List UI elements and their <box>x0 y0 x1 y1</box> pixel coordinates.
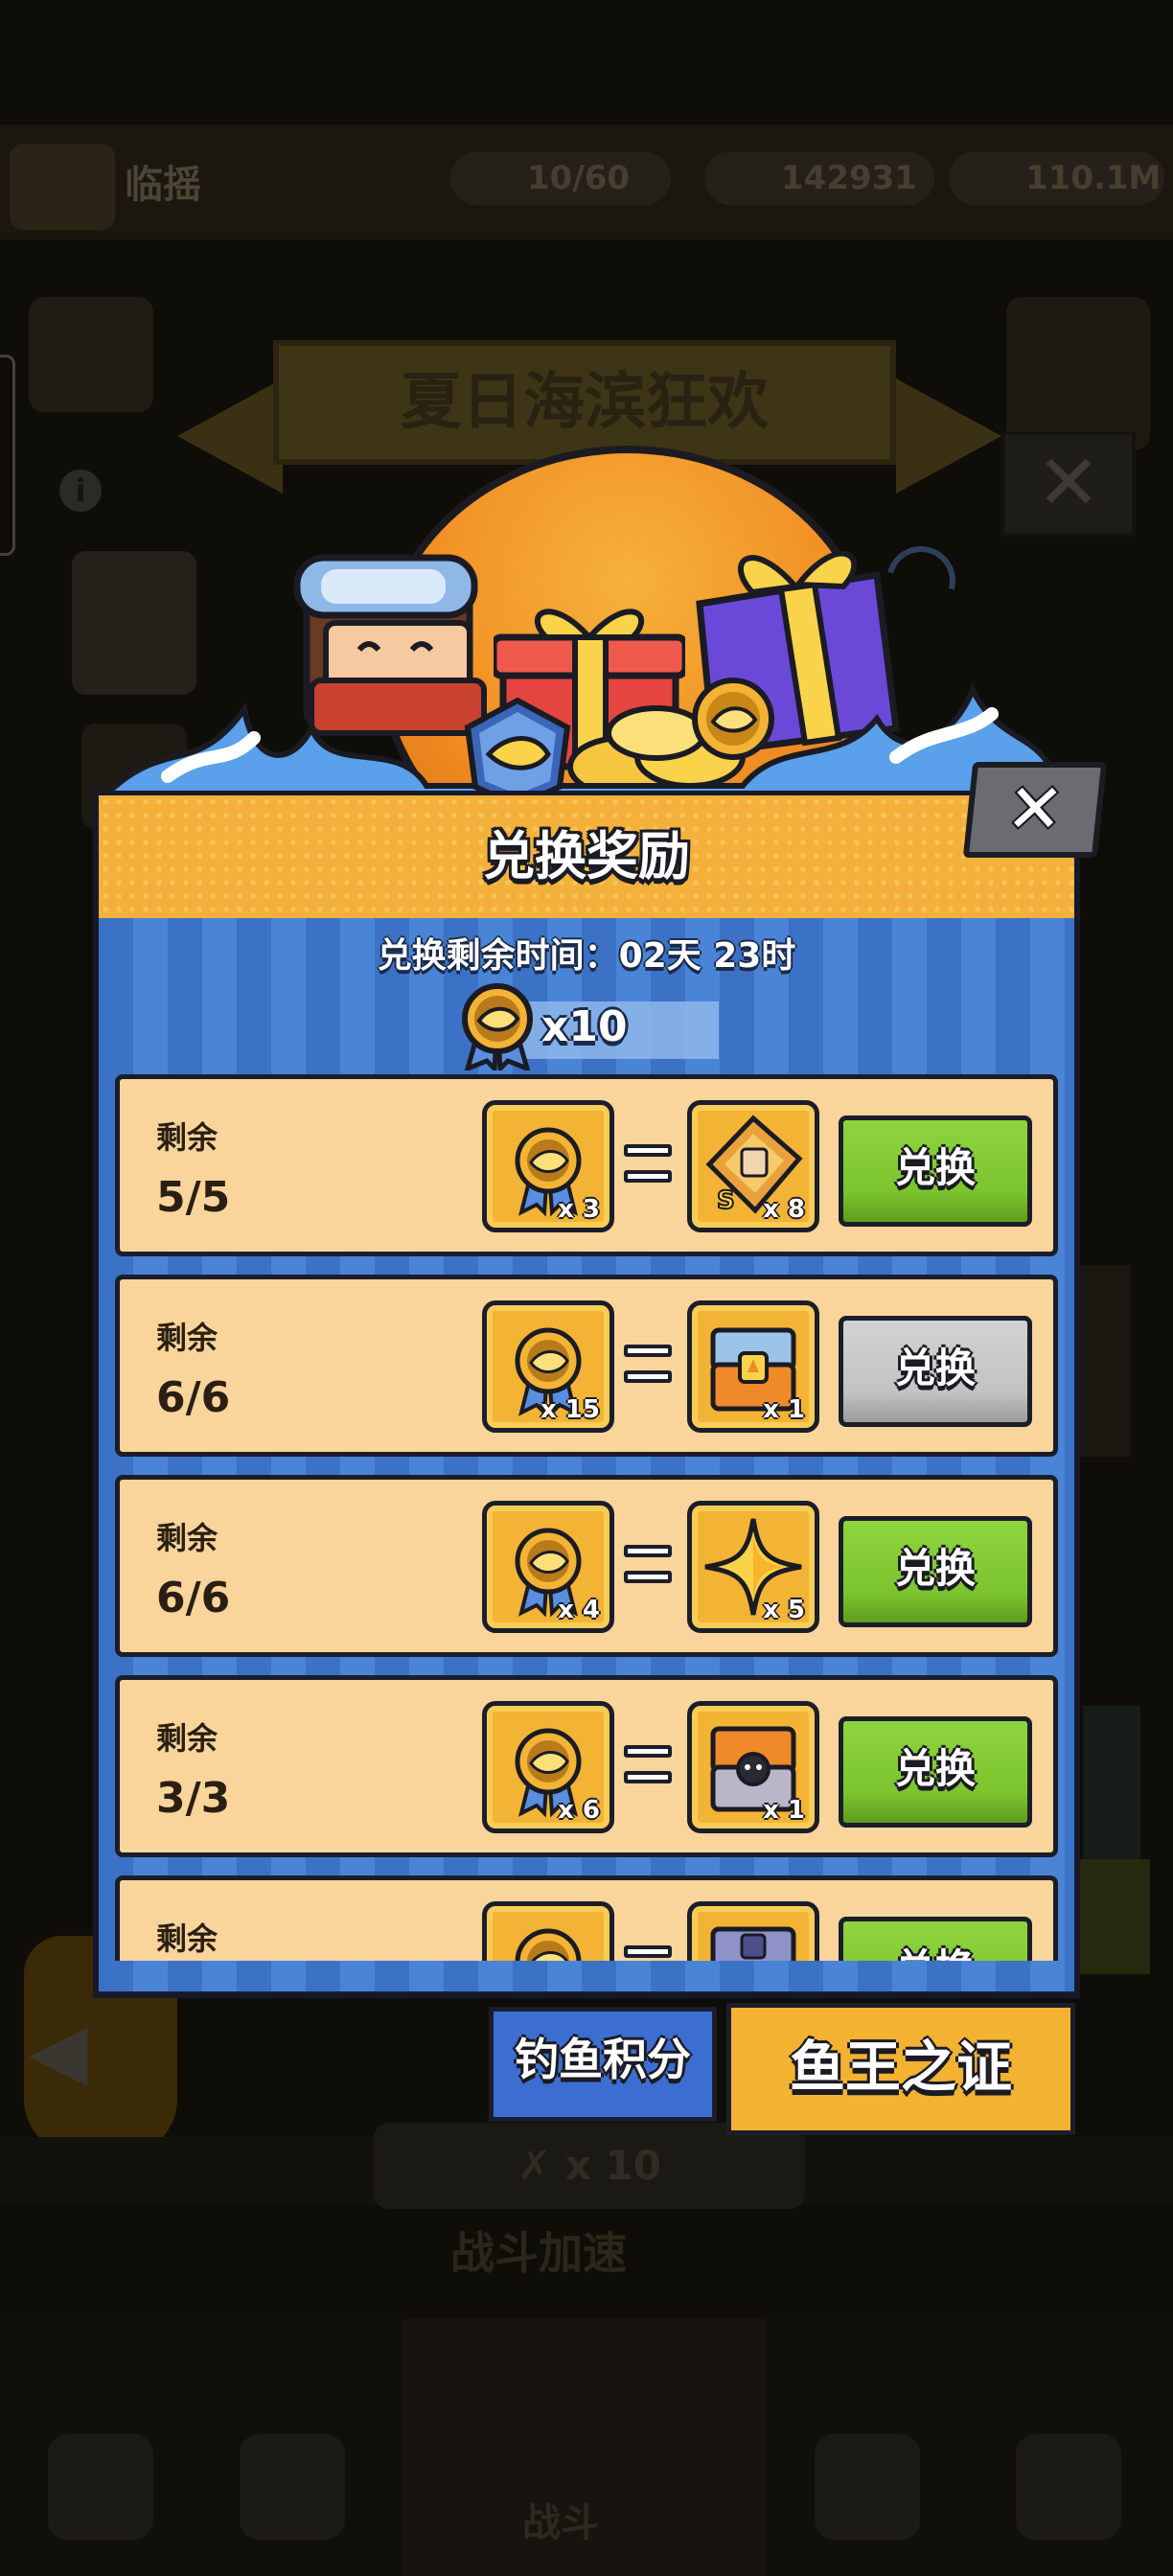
banner-wing-left <box>177 379 283 494</box>
close-button[interactable]: ✕ <box>962 762 1108 858</box>
energy-counter: 10/60 <box>450 151 671 205</box>
cost-tile: x 4 <box>482 1501 614 1633</box>
equals-icon <box>624 1945 672 1961</box>
player-avatar <box>10 144 115 230</box>
svg-text:S: S <box>717 1186 735 1215</box>
remain-label: 剩余 <box>156 1720 218 1757</box>
close-icon: ✕ <box>1002 770 1068 848</box>
equals-icon <box>624 1345 672 1387</box>
battle-speed-label: 战斗加速 <box>450 2227 627 2279</box>
equals-icon <box>624 1545 672 1587</box>
reward-quantity: x 5 <box>763 1596 805 1624</box>
gold-counter: 110.1M <box>949 151 1164 205</box>
cost-quantity: x 6 <box>558 1796 600 1825</box>
equals-icon <box>624 1144 672 1186</box>
cost-quantity: x 4 <box>558 1596 600 1624</box>
nav-hero-icon <box>240 2434 345 2540</box>
exchange-row: 剩余 6/6 x 15 x 1 兑换 <box>115 1275 1058 1457</box>
exchange-timer: 兑换剩余时间：02天 23时 <box>377 936 796 976</box>
remain-label: 剩余 <box>156 1920 218 1957</box>
dialog-title: 兑换奖励 <box>483 826 690 886</box>
tab-fish-king-proof[interactable]: 鱼王之证 <box>726 2003 1075 2135</box>
remain-count: 6/6 <box>156 1373 231 1422</box>
fish-medal-decoration <box>692 678 774 760</box>
exchange-button[interactable]: 兑换 <box>839 1516 1032 1627</box>
tab-fishing-points[interactable]: 钓鱼积分 <box>489 2007 717 2122</box>
player-name: 临摇 <box>125 163 201 207</box>
remain-label: 剩余 <box>156 1520 218 1556</box>
cost-quantity: x 3 <box>558 1195 600 1224</box>
side-panel <box>1073 1265 1131 1457</box>
reward-quantity: x 1 <box>763 1395 805 1424</box>
back-arrow-icon: ◀ <box>29 2006 88 2095</box>
water-splash-decoration <box>110 682 1059 815</box>
purple-chest-icon <box>710 1926 796 1961</box>
remain-label: 剩余 <box>156 1320 218 1356</box>
reward-quantity: x 8 <box>763 1195 805 1224</box>
reward-quantity: x 1 <box>763 1796 805 1825</box>
background-multiplier-button: ✗ x 10 <box>374 2123 805 2209</box>
exchange-list[interactable]: 剩余 5/5 x 3 S x 8 兑换 剩余 6/6 x 15 x 1 兑换 剩… <box>99 1071 1074 1961</box>
exchange-button[interactable]: 兑换 <box>839 1116 1032 1227</box>
exchange-row: 剩余 3/3 x 6 x 1 兑换 <box>115 1675 1058 1857</box>
exchange-row: 剩余 5/5 x 3 S x 8 兑换 <box>115 1074 1058 1256</box>
shield-icon <box>1006 297 1150 450</box>
exchange-row: 剩余 兑换 <box>115 1875 1058 1961</box>
fish-medal-icon <box>462 983 533 1070</box>
remain-count: 6/6 <box>156 1574 231 1622</box>
background-close-icon: ✕ <box>1001 431 1136 537</box>
nav-battle-label: 战斗 <box>522 2501 599 2545</box>
exchange-button[interactable]: 兑换 <box>839 1917 1032 1961</box>
remain-count: 3/3 <box>156 1774 231 1823</box>
event-banner-title: 夏日海滨狂欢 <box>273 340 896 465</box>
cost-tile <box>482 1901 614 1961</box>
equals-icon <box>624 1745 672 1787</box>
exchange-row: 剩余 6/6 x 4 x 5 兑换 <box>115 1475 1058 1657</box>
nav-weapon-icon <box>1016 2434 1121 2540</box>
exchange-button[interactable]: 兑换 <box>839 1716 1032 1828</box>
reward-tile: x 1 <box>687 1701 819 1833</box>
cost-tile: x 3 <box>482 1100 614 1232</box>
reward-tile: S x 8 <box>687 1100 819 1232</box>
screen-edge-tab <box>0 355 15 556</box>
remain-label: 剩余 <box>156 1119 218 1156</box>
side-panel <box>1073 1859 1150 1974</box>
cost-quantity: x 15 <box>540 1395 600 1424</box>
nav-team-icon <box>815 2434 920 2540</box>
reward-tile: x 1 <box>687 1300 819 1433</box>
remain-count: 5/5 <box>156 1173 231 1222</box>
cost-tile: x 6 <box>482 1701 614 1833</box>
banner-wing-right <box>896 379 1001 494</box>
cost-tile: x 15 <box>482 1300 614 1433</box>
reward-tile <box>687 1901 819 1961</box>
gem-counter: 142931 <box>704 151 934 205</box>
currency-count: x10 <box>541 1002 628 1051</box>
exchange-button-disabled[interactable]: 兑换 <box>839 1316 1032 1427</box>
fish-medal-icon <box>515 1928 582 1961</box>
nav-shop-icon <box>48 2434 153 2540</box>
reward-tile: x 5 <box>687 1501 819 1633</box>
menu-icon <box>29 297 153 412</box>
info-icon: i <box>59 470 102 512</box>
